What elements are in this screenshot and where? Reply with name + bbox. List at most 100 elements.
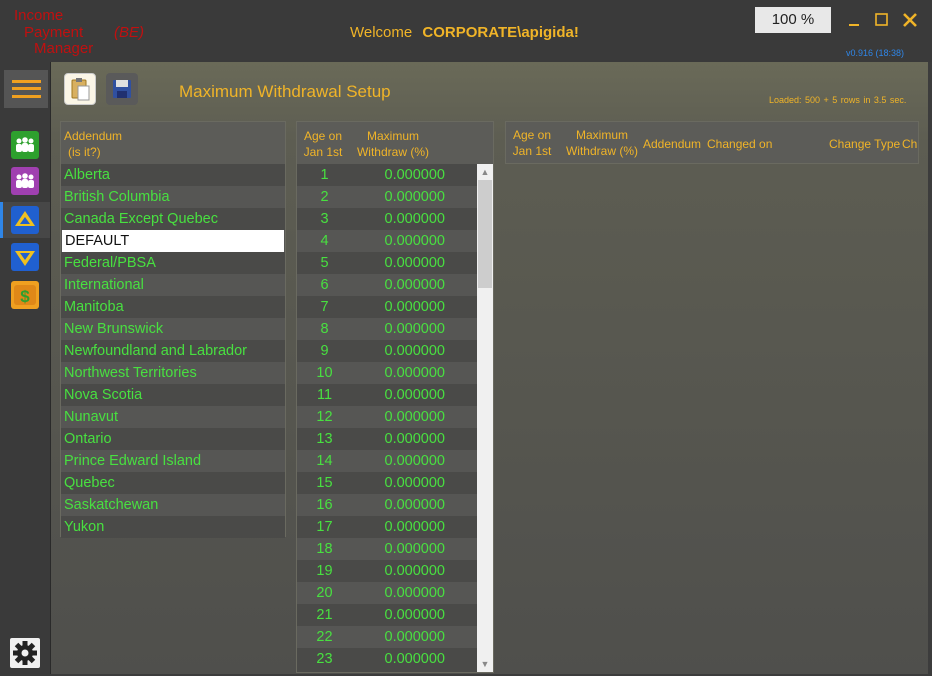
age-grid-row[interactable]: 4 0.000000 xyxy=(297,230,477,252)
max-withdraw-cell[interactable]: 0.000000 xyxy=(367,406,445,428)
age-cell: 14 xyxy=(316,453,333,469)
zoom-level[interactable]: 100 % xyxy=(755,7,831,33)
max-withdraw-column-header[interactable]: Maximum Withdraw (%) xyxy=(355,128,431,160)
addendum-column-header[interactable]: Addendum (is it?) xyxy=(61,122,285,164)
age-grid-row[interactable]: 5 0.000000 xyxy=(297,252,477,274)
max-withdraw-cell[interactable]: 0.000000 xyxy=(367,296,445,318)
addendum-item[interactable]: International xyxy=(61,274,285,296)
age-cell: 15 xyxy=(316,475,333,491)
max-withdraw-cell[interactable]: 0.000000 xyxy=(367,626,445,648)
max-withdraw-cell[interactable]: 0.000000 xyxy=(367,472,445,494)
age-column-header[interactable]: Age on Jan 1st xyxy=(297,128,349,160)
load-status: Loaded: 500 + 5 rows in 3.5 sec. xyxy=(769,95,907,105)
max-withdraw-cell[interactable]: 0.000000 xyxy=(367,362,445,384)
max-withdrawal-grid: Age on Jan 1st Maximum Withdraw (%) 1 0.0… xyxy=(296,121,494,673)
people-purple-icon[interactable] xyxy=(11,167,39,195)
scroll-down-icon[interactable]: ▼ xyxy=(477,656,493,672)
max-withdraw-cell[interactable]: 0.000000 xyxy=(367,340,445,362)
max-withdraw-cell[interactable]: 0.000000 xyxy=(367,450,445,472)
age-grid-row[interactable]: 14 0.000000 xyxy=(297,450,477,472)
history-addendum-header[interactable]: Addendum xyxy=(643,136,701,152)
age-grid-row[interactable]: 3 0.000000 xyxy=(297,208,477,230)
addendum-item[interactable]: British Columbia xyxy=(61,186,285,208)
max-withdraw-cell[interactable]: 0.000000 xyxy=(367,186,445,208)
people-green-icon[interactable] xyxy=(11,131,39,159)
age-grid-row[interactable]: 10 0.000000 xyxy=(297,362,477,384)
hamburger-menu-button[interactable] xyxy=(4,70,48,108)
max-withdraw-cell[interactable]: 0.000000 xyxy=(367,516,445,538)
history-truncated-header[interactable]: Ch xyxy=(902,136,917,152)
age-grid-row[interactable]: 7 0.000000 xyxy=(297,296,477,318)
age-grid-row[interactable]: 16 0.000000 xyxy=(297,494,477,516)
age-grid-row[interactable]: 15 0.000000 xyxy=(297,472,477,494)
age-grid-row[interactable]: 12 0.000000 xyxy=(297,406,477,428)
maximize-button[interactable] xyxy=(869,8,893,32)
age-grid-row[interactable]: 6 0.000000 xyxy=(297,274,477,296)
addendum-item[interactable]: Nunavut xyxy=(61,406,285,428)
addendum-item[interactable]: Nova Scotia xyxy=(61,384,285,406)
age-grid-row[interactable]: 13 0.000000 xyxy=(297,428,477,450)
history-max-header[interactable]: Maximum Withdraw (%) xyxy=(564,127,640,159)
age-grid-row[interactable]: 20 0.000000 xyxy=(297,582,477,604)
max-withdraw-cell[interactable]: 0.000000 xyxy=(367,252,445,274)
age-grid-row[interactable]: 11 0.000000 xyxy=(297,384,477,406)
addendum-item[interactable]: Saskatchewan xyxy=(61,494,285,516)
age-grid-row[interactable]: 23 0.000000 xyxy=(297,648,477,670)
max-withdraw-cell[interactable]: 0.000000 xyxy=(367,604,445,626)
history-changed-on-header[interactable]: Changed on xyxy=(707,136,772,152)
age-cell: 6 xyxy=(320,277,329,293)
max-withdraw-cell[interactable]: 0.000000 xyxy=(367,428,445,450)
age-grid-row[interactable]: 9 0.000000 xyxy=(297,340,477,362)
addendum-item[interactable]: Newfoundland and Labrador xyxy=(61,340,285,362)
addendum-item[interactable]: Yukon xyxy=(61,516,285,538)
scroll-up-icon[interactable]: ▲ xyxy=(477,164,493,180)
history-change-type-header[interactable]: Change Type xyxy=(829,136,900,152)
max-withdraw-cell[interactable]: 0.000000 xyxy=(367,648,445,670)
age-grid-row[interactable]: 2 0.000000 xyxy=(297,186,477,208)
age-grid-row[interactable]: 1 0.000000 xyxy=(297,164,477,186)
addendum-item[interactable]: Prince Edward Island xyxy=(61,450,285,472)
arrow-down-icon[interactable] xyxy=(11,243,39,271)
addendum-item[interactable]: Alberta xyxy=(61,164,285,186)
addendum-item[interactable]: Canada Except Quebec xyxy=(61,208,285,230)
history-age-header[interactable]: Age on Jan 1st xyxy=(512,127,552,159)
max-withdraw-cell[interactable]: 0.000000 xyxy=(367,164,445,186)
addendum-item[interactable]: Northwest Territories xyxy=(61,362,285,384)
age-grid-row[interactable]: 19 0.000000 xyxy=(297,560,477,582)
title-bar: Income Payment Manager (BE) Welcome CORP… xyxy=(0,0,932,62)
age-grid-row[interactable]: 22 0.000000 xyxy=(297,626,477,648)
arrow-up-icon[interactable] xyxy=(11,206,39,234)
age-cell: 8 xyxy=(320,321,329,337)
addendum-item[interactable]: New Brunswick xyxy=(61,318,285,340)
hamburger-bar xyxy=(12,95,41,98)
scroll-thumb[interactable] xyxy=(478,180,492,288)
max-withdraw-cell[interactable]: 0.000000 xyxy=(367,208,445,230)
age-grid-row[interactable]: 17 0.000000 xyxy=(297,516,477,538)
age-grid-row[interactable]: 8 0.000000 xyxy=(297,318,477,340)
max-withdraw-cell[interactable]: 0.000000 xyxy=(367,494,445,516)
addendum-item-selected[interactable]: DEFAULT xyxy=(62,230,284,252)
age-grid-row[interactable]: 21 0.000000 xyxy=(297,604,477,626)
close-button[interactable] xyxy=(898,8,922,32)
paste-button[interactable] xyxy=(64,73,96,105)
dollar-icon[interactable]: $ xyxy=(11,281,39,309)
minimize-button[interactable] xyxy=(842,8,866,32)
max-withdraw-cell[interactable]: 0.000000 xyxy=(367,582,445,604)
addendum-item[interactable]: Quebec xyxy=(61,472,285,494)
age-cell: 3 xyxy=(320,211,329,227)
addendum-item[interactable]: Ontario xyxy=(61,428,285,450)
max-withdraw-cell[interactable]: 0.000000 xyxy=(367,384,445,406)
age-cell: 11 xyxy=(316,387,333,403)
max-withdraw-cell[interactable]: 0.000000 xyxy=(367,538,445,560)
max-withdraw-cell[interactable]: 0.000000 xyxy=(367,274,445,296)
addendum-item[interactable]: Federal/PBSA xyxy=(61,252,285,274)
vertical-scrollbar[interactable]: ▲ ▼ xyxy=(477,164,493,672)
max-withdraw-cell[interactable]: 0.000000 xyxy=(367,230,445,252)
addendum-item[interactable]: Manitoba xyxy=(61,296,285,318)
max-withdraw-cell[interactable]: 0.000000 xyxy=(367,560,445,582)
settings-button[interactable] xyxy=(10,638,40,668)
logo-line-2: Payment xyxy=(24,24,84,41)
save-button[interactable] xyxy=(106,73,138,105)
age-grid-row[interactable]: 18 0.000000 xyxy=(297,538,477,560)
max-withdraw-cell[interactable]: 0.000000 xyxy=(367,318,445,340)
